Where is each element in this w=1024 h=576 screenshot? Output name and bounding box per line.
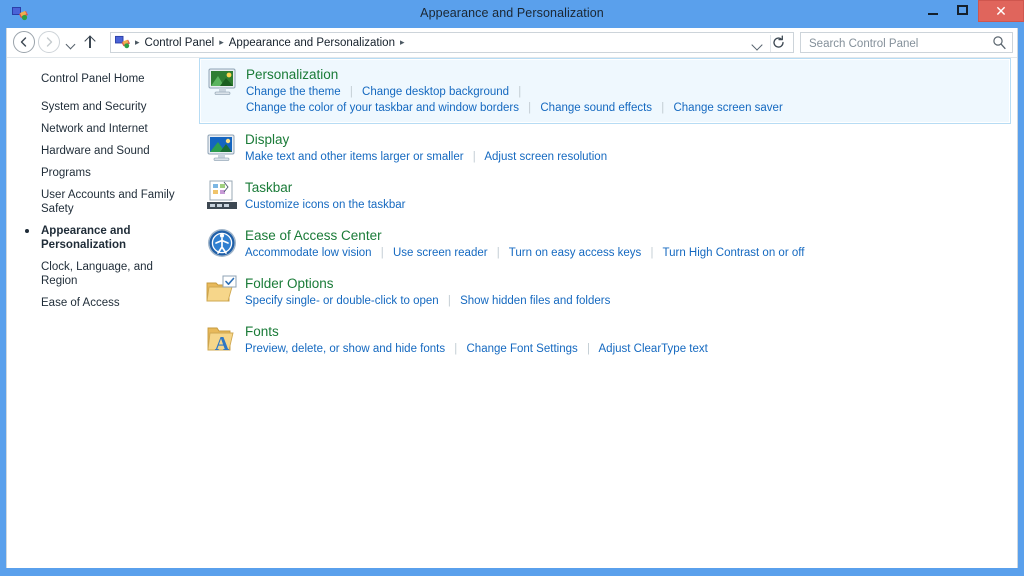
link-show-hidden-files-and-folders[interactable]: Show hidden files and folders — [460, 295, 610, 307]
personalization-monitor-icon — [206, 65, 240, 99]
svg-text:A: A — [215, 333, 230, 355]
search-icon[interactable] — [992, 35, 1007, 50]
refresh-icon — [771, 35, 787, 50]
navigation-buttons — [13, 31, 100, 53]
category-ease-of-access-center[interactable]: Ease of Access Center Accommodate low vi… — [199, 220, 1011, 268]
folder-options-icon — [205, 274, 239, 308]
sidebar-item-ease-of-access[interactable]: Ease of Access — [7, 292, 193, 314]
forward-arrow-icon — [42, 35, 56, 49]
link-separator: | — [491, 245, 506, 261]
sidebar-item-network-and-internet[interactable]: Network and Internet — [7, 118, 193, 140]
breadcrumb-item-appearance[interactable]: Appearance and Personalization — [226, 37, 398, 49]
minimize-button[interactable] — [918, 0, 948, 22]
search-box[interactable] — [800, 32, 1013, 53]
link-separator: | — [522, 100, 537, 116]
link-specify-single-or-double-click-to-open[interactable]: Specify single- or double-click to open — [245, 295, 439, 307]
category-links-display: Make text and other items larger or smal… — [245, 149, 1011, 165]
title-bar: Appearance and Personalization ✕ — [0, 0, 1024, 28]
breadcrumb-item-control-panel[interactable]: Control Panel — [142, 37, 218, 49]
address-bar[interactable]: ▸ Control Panel ▸ Appearance and Persona… — [110, 32, 794, 53]
link-separator: | — [655, 100, 670, 116]
link-separator: | — [375, 245, 390, 261]
link-change-font-settings[interactable]: Change Font Settings — [467, 343, 578, 355]
link-change-sound-effects[interactable]: Change sound effects — [540, 102, 652, 114]
body-area: Control Panel Home System and Security N… — [7, 58, 1017, 567]
breadcrumb-separator[interactable]: ▸ — [217, 38, 226, 47]
category-links-personalization-row1: Change the theme | Change desktop backgr… — [246, 84, 1010, 100]
category-folder-options[interactable]: Folder Options Specify single- or double… — [199, 268, 1011, 316]
link-preview-delete-or-show-and-hide-fonts[interactable]: Preview, delete, or show and hide fonts — [245, 343, 445, 355]
link-separator: | — [467, 149, 482, 165]
maximize-button[interactable] — [948, 0, 978, 22]
forward-button[interactable] — [38, 31, 60, 53]
breadcrumb-control-panel-icon — [115, 35, 131, 50]
sidebar-item-clock-language-and-region[interactable]: Clock, Language, and Region — [7, 256, 193, 292]
link-use-screen-reader[interactable]: Use screen reader — [393, 247, 488, 259]
taskbar-icon — [205, 178, 239, 212]
refresh-button[interactable] — [770, 35, 789, 52]
window-controls: ✕ — [918, 0, 1024, 26]
category-display[interactable]: Display Make text and other items larger… — [199, 124, 1011, 172]
client-area: ▸ Control Panel ▸ Appearance and Persona… — [6, 28, 1018, 568]
link-customize-icons-on-the-taskbar[interactable]: Customize icons on the taskbar — [245, 199, 405, 211]
sidebar-item-user-accounts-and-family-safety[interactable]: User Accounts and Family Safety — [7, 184, 193, 220]
link-turn-on-easy-access-keys[interactable]: Turn on easy access keys — [509, 247, 642, 259]
link-separator: | — [344, 84, 359, 100]
close-button[interactable]: ✕ — [978, 0, 1024, 22]
fonts-icon: A — [205, 322, 239, 356]
link-change-the-theme[interactable]: Change the theme — [246, 86, 341, 98]
back-button[interactable] — [13, 31, 35, 53]
link-change-the-color-of-your-taskbar-and-window-borders[interactable]: Change the color of your taskbar and win… — [246, 102, 519, 114]
sidebar-item-programs[interactable]: Programs — [7, 162, 193, 184]
category-links-folder-options: Specify single- or double-click to open … — [245, 293, 1011, 309]
link-separator: | — [645, 245, 660, 261]
link-accommodate-low-vision[interactable]: Accommodate low vision — [245, 247, 372, 259]
link-make-text-and-other-items-larger-or-smaller[interactable]: Make text and other items larger or smal… — [245, 151, 464, 163]
category-title-personalization[interactable]: Personalization — [246, 66, 338, 83]
category-links-fonts: Preview, delete, or show and hide fonts … — [245, 341, 1011, 357]
category-personalization[interactable]: Personalization Change the theme | Chang… — [199, 58, 1011, 124]
back-arrow-icon — [17, 35, 31, 49]
category-title-display[interactable]: Display — [245, 131, 289, 148]
breadcrumb-separator[interactable]: ▸ — [133, 38, 142, 47]
control-panel-window: Appearance and Personalization ✕ — [0, 0, 1024, 576]
link-separator: | — [442, 293, 457, 309]
link-adjust-cleartype-text[interactable]: Adjust ClearType text — [599, 343, 708, 355]
sidebar-item-system-and-security[interactable]: System and Security — [7, 96, 193, 118]
category-taskbar[interactable]: Taskbar Customize icons on the taskbar — [199, 172, 1011, 220]
category-links-ease-of-access-center: Accommodate low vision | Use screen read… — [245, 245, 1011, 261]
link-turn-high-contrast-on-or-off[interactable]: Turn High Contrast on or off — [663, 247, 805, 259]
category-links-personalization-row2: Change the color of your taskbar and win… — [246, 100, 1010, 116]
link-change-screen-saver[interactable]: Change screen saver — [673, 102, 782, 114]
recent-locations-button[interactable] — [63, 31, 79, 53]
chevron-down-icon[interactable] — [749, 36, 765, 52]
category-fonts[interactable]: A Fonts Preview, delete, or show and hid… — [199, 316, 1011, 364]
window-title: Appearance and Personalization — [0, 6, 1024, 20]
search-input[interactable] — [807, 33, 986, 54]
breadcrumb-separator[interactable]: ▸ — [398, 38, 407, 47]
close-icon: ✕ — [979, 1, 1023, 21]
sidebar-item-hardware-and-sound[interactable]: Hardware and Sound — [7, 140, 193, 162]
category-title-folder-options[interactable]: Folder Options — [245, 275, 334, 292]
navigation-toolbar: ▸ Control Panel ▸ Appearance and Persona… — [7, 28, 1017, 58]
ease-of-access-icon — [205, 226, 239, 260]
link-separator: | — [448, 341, 463, 357]
display-monitor-icon — [205, 130, 239, 164]
category-title-taskbar[interactable]: Taskbar — [245, 179, 292, 196]
sidebar-item-control-panel-home[interactable]: Control Panel Home — [7, 68, 193, 96]
link-separator: | — [512, 84, 527, 100]
link-change-desktop-background[interactable]: Change desktop background — [362, 86, 509, 98]
category-list: Personalization Change the theme | Chang… — [193, 58, 1017, 567]
category-links-taskbar: Customize icons on the taskbar — [245, 197, 1011, 213]
category-title-ease-of-access-center[interactable]: Ease of Access Center — [245, 227, 382, 244]
category-title-fonts[interactable]: Fonts — [245, 323, 279, 340]
left-navigation-pane: Control Panel Home System and Security N… — [7, 58, 193, 567]
link-separator: | — [581, 341, 596, 357]
sidebar-item-appearance-and-personalization[interactable]: Appearance and Personalization — [7, 220, 193, 256]
up-level-button[interactable] — [80, 31, 100, 53]
link-adjust-screen-resolution[interactable]: Adjust screen resolution — [484, 151, 607, 163]
